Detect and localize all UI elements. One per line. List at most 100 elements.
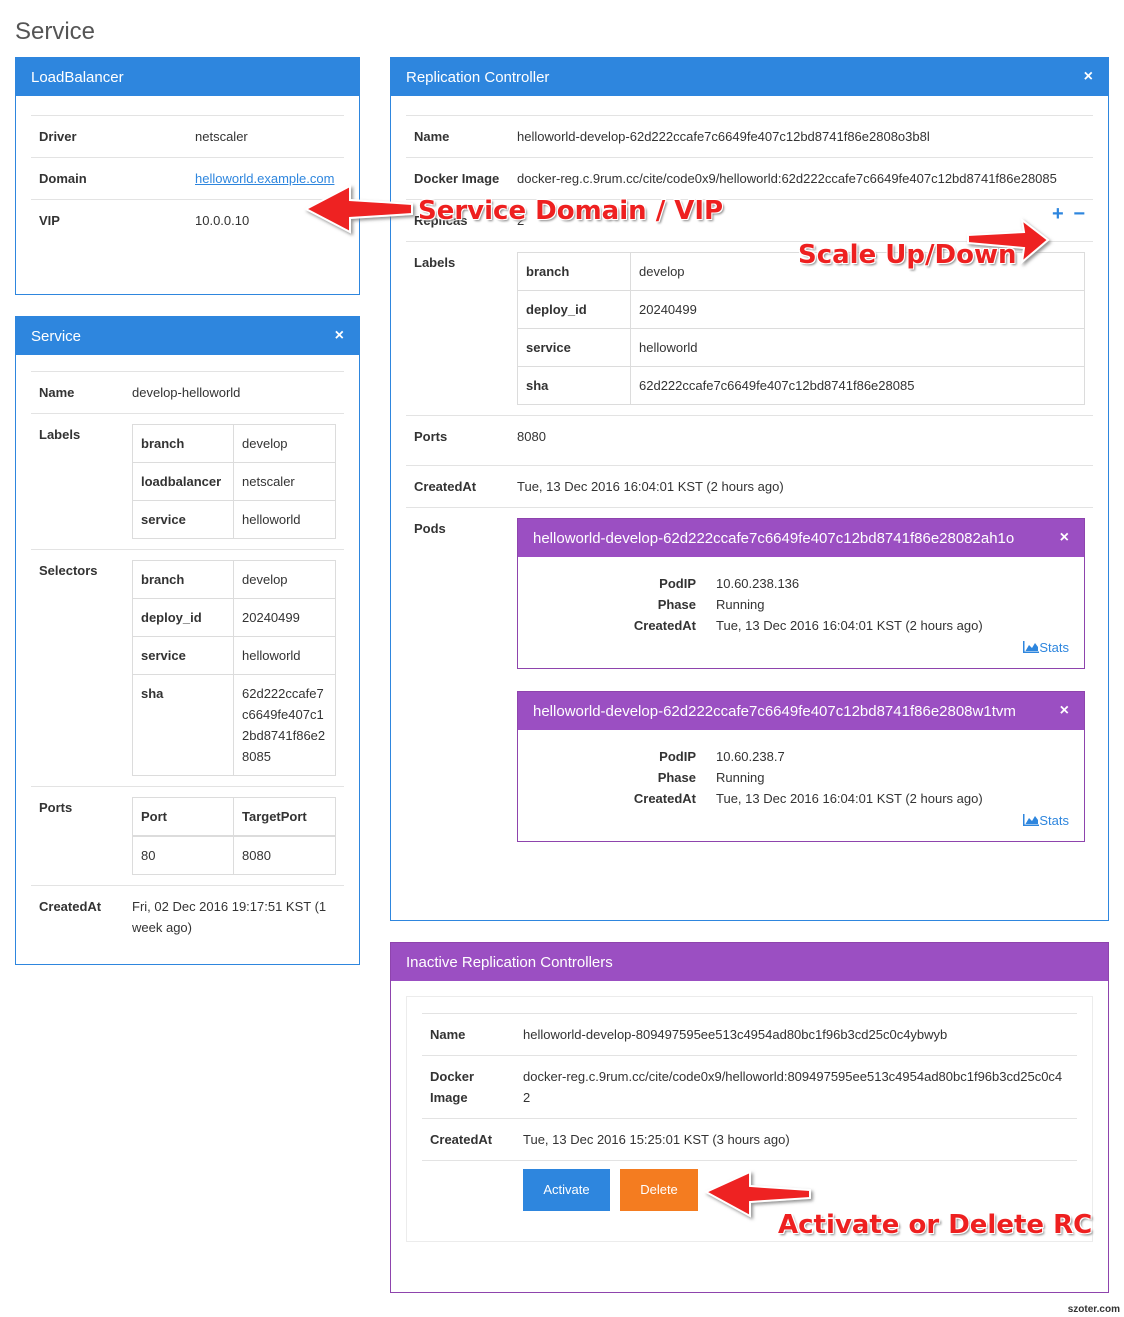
scale-down-icon[interactable]: −	[1073, 203, 1085, 225]
created-key: CreatedAt	[422, 1118, 515, 1161]
page-title: Service	[15, 18, 96, 45]
table-row: Selectors branch develop deploy_id 2024049…	[31, 549, 344, 787]
inactive-rc-table: Name helloworld-develop-809497595ee513c4…	[422, 1013, 1077, 1221]
table-row: Pods helloworld-develop-62d222ccafe7c664…	[406, 507, 1093, 874]
label-key: deploy_id	[517, 290, 631, 329]
service-selectors-table: branch develop deploy_id 20240499 service h…	[132, 560, 336, 776]
service-panel: Service × Name develop-helloworld Labels…	[15, 316, 360, 965]
name-key: Name	[31, 371, 124, 414]
ports-key: Ports	[31, 786, 124, 886]
ports-key: Ports	[406, 415, 509, 466]
inactive-rc-title: Inactive Replication Controllers	[406, 953, 613, 971]
pods-key: Pods	[406, 507, 509, 874]
table-row: Name develop-helloworld	[31, 371, 344, 414]
loadbalancer-header: LoadBalancer	[16, 58, 359, 96]
close-icon[interactable]: ×	[1060, 530, 1069, 546]
loadbalancer-table: Driver netscaler Domain helloworld.examp…	[31, 115, 344, 241]
table-row: Labels branch develop loadbalancer netscal…	[31, 413, 344, 550]
label-key: sha	[517, 366, 631, 405]
delete-button[interactable]: Delete	[620, 1169, 698, 1211]
table-row: CreatedAt Fri, 02 Dec 2016 19:17:51 KST …	[31, 885, 344, 948]
rc-labels-table: branch develop deploy_id 20240499 service h…	[517, 252, 1085, 405]
label-key: service	[517, 328, 631, 367]
domain-key: Domain	[31, 157, 187, 200]
selectors-key: Selectors	[31, 549, 124, 787]
podip-key: PodIP	[659, 749, 696, 764]
podip-key: PodIP	[659, 576, 696, 591]
table-row: VIP 10.0.0.10	[31, 199, 344, 241]
domain-link[interactable]: helloworld.example.com	[195, 171, 334, 186]
stats-link[interactable]: Stats	[533, 811, 1069, 831]
table-row: deploy_id 20240499	[517, 290, 1085, 329]
table-row: service helloworld	[132, 500, 336, 539]
table-row: loadbalancer netscaler	[132, 462, 336, 501]
service-labels-table: branch develop loadbalancer netscaler serv…	[132, 424, 336, 539]
table-row: Ports Port TargetPort 80 8080	[31, 786, 344, 886]
vip-value: 10.0.0.10	[187, 199, 344, 241]
phase-key: Phase	[657, 597, 696, 612]
selector-key: branch	[132, 560, 234, 599]
service-ports-table: Port TargetPort 80 8080	[132, 797, 336, 875]
created-key: CreatedAt	[633, 618, 696, 633]
label-key: loadbalancer	[132, 462, 234, 501]
image-key: Docker Image	[422, 1055, 515, 1119]
close-icon[interactable]: ×	[335, 328, 344, 344]
table-row: Name helloworld-develop-809497595ee513c4…	[422, 1013, 1077, 1056]
name-key: Name	[406, 115, 509, 158]
table-row: service helloworld	[132, 636, 336, 675]
stats-link[interactable]: Stats	[533, 638, 1069, 658]
table-row: deploy_id 20240499	[132, 598, 336, 637]
table-header-row: Port TargetPort	[132, 797, 336, 837]
driver-value: netscaler	[187, 115, 344, 158]
table-row: Driver netscaler	[31, 115, 344, 158]
loadbalancer-title: LoadBalancer	[31, 68, 124, 86]
selector-value: 62d222ccafe7c6649fe407c12bd8741f86e28085	[233, 674, 336, 776]
created-value: Fri, 02 Dec 2016 19:17:51 KST (1 week ag…	[124, 885, 344, 948]
pod-header: helloworld-develop-62d222ccafe7c6649fe40…	[518, 692, 1084, 730]
stats-label: Stats	[1039, 813, 1069, 828]
created-key: CreatedAt	[633, 791, 696, 806]
pod-name: helloworld-develop-62d222ccafe7c6649fe40…	[533, 529, 1015, 547]
label-key: branch	[132, 424, 234, 463]
close-icon[interactable]: ×	[1084, 69, 1093, 85]
domain-vip-annotation: Service Domain / VIP	[418, 196, 724, 226]
label-value: develop	[233, 424, 336, 463]
close-icon[interactable]: ×	[1060, 703, 1069, 719]
label-value: helloworld	[233, 500, 336, 539]
vip-key: VIP	[31, 199, 187, 241]
table-row: 80 8080	[132, 835, 336, 875]
phase-value: Running	[716, 770, 765, 785]
activate-button[interactable]: Activate	[523, 1169, 610, 1211]
podip-value: 10.60.238.136	[716, 576, 800, 591]
phase-value: Running	[716, 597, 765, 612]
ports-value: 8080	[509, 415, 1093, 466]
created-value: Tue, 13 Dec 2016 15:25:01 KST (3 hours a…	[515, 1118, 1077, 1161]
table-row: Ports 8080	[406, 415, 1093, 466]
rc-panel: Replication Controller × Name helloworld…	[390, 57, 1109, 921]
inactive-rc-panel: Inactive Replication Controllers Name he…	[390, 942, 1109, 1293]
target-port-header: TargetPort	[233, 797, 336, 837]
image-key: Docker Image	[406, 157, 509, 200]
label-value: 62d222ccafe7c6649fe407c12bd8741f86e28085	[630, 366, 1085, 405]
pod-card: helloworld-develop-62d222ccafe7c6649fe40…	[517, 691, 1085, 842]
loadbalancer-panel: LoadBalancer Driver netscaler Domain hel…	[15, 57, 360, 295]
rc-table: Name helloworld-develop-62d222ccafe7c664…	[406, 115, 1093, 874]
port-value: 80	[132, 835, 234, 875]
table-row: Docker Image docker-reg.c.9rum.cc/cite/c…	[406, 157, 1093, 200]
image-value: docker-reg.c.9rum.cc/cite/code0x9/hellow…	[509, 157, 1093, 200]
label-key: service	[132, 500, 234, 539]
phase-key: Phase	[657, 770, 696, 785]
scale-up-icon[interactable]: +	[1052, 203, 1064, 225]
created-key: CreatedAt	[406, 465, 509, 508]
inactive-rc-header: Inactive Replication Controllers	[391, 943, 1108, 981]
label-key: branch	[517, 252, 631, 291]
driver-key: Driver	[31, 115, 187, 158]
activate-delete-annotation: Activate or Delete RC	[778, 1210, 1093, 1240]
rc-header: Replication Controller ×	[391, 58, 1108, 96]
table-row: Name helloworld-develop-62d222ccafe7c664…	[406, 115, 1093, 158]
table-row: branch develop	[132, 560, 336, 599]
pod-card: helloworld-develop-62d222ccafe7c6649fe40…	[517, 518, 1085, 669]
created-value: Tue, 13 Dec 2016 16:04:01 KST (2 hours a…	[716, 618, 983, 633]
created-value: Tue, 13 Dec 2016 16:04:01 KST (2 hours a…	[509, 465, 1093, 508]
table-row: branch develop	[132, 424, 336, 463]
